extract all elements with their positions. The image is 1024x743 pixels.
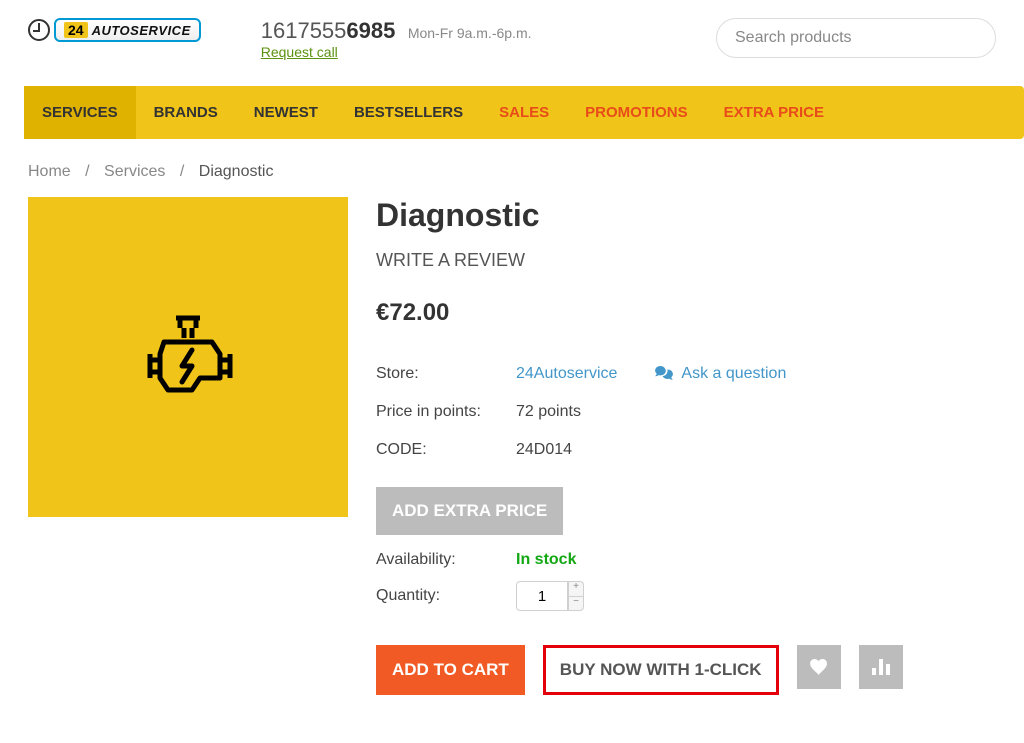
ask-question-link[interactable]: Ask a question — [655, 365, 786, 383]
store-label: Store: — [376, 365, 516, 383]
add-to-cart-button[interactable]: ADD TO CART — [376, 645, 525, 695]
business-hours: Mon-Fr 9a.m.-6p.m. — [408, 25, 532, 41]
breadcrumb-current: Diagnostic — [199, 163, 274, 180]
product-image[interactable] — [28, 197, 348, 517]
search-input[interactable] — [716, 18, 996, 58]
compare-button[interactable] — [859, 645, 903, 689]
breadcrumb-sep: / — [85, 163, 89, 180]
availability-label: Availability: — [376, 551, 516, 569]
quantity-input[interactable] — [516, 581, 568, 611]
points-value: 72 points — [516, 403, 581, 421]
product-price: €72.00 — [376, 299, 996, 327]
ask-question-label: Ask a question — [681, 365, 786, 383]
code-label: CODE: — [376, 441, 516, 459]
nav-services[interactable]: SERVICES — [24, 86, 136, 139]
nav-sales[interactable]: SALES — [481, 86, 567, 139]
engine-icon — [138, 312, 238, 402]
quantity-increment[interactable]: + — [568, 581, 584, 596]
nav-newest[interactable]: NEWEST — [236, 86, 336, 139]
wishlist-button[interactable] — [797, 645, 841, 689]
quantity-label: Quantity: — [376, 587, 516, 605]
phone-number: 16175556985 — [261, 18, 396, 43]
heart-icon — [810, 659, 828, 675]
logo-text: AUTOSERVICE — [92, 23, 191, 38]
write-review-link[interactable]: WRITE A REVIEW — [376, 250, 525, 271]
breadcrumb-home[interactable]: Home — [28, 163, 71, 180]
nav-promotions[interactable]: PROMOTIONS — [567, 86, 706, 139]
add-extra-price-button[interactable]: ADD EXTRA PRICE — [376, 487, 563, 535]
nav-bestsellers[interactable]: BESTSELLERS — [336, 86, 481, 139]
quantity-decrement[interactable]: − — [568, 596, 584, 611]
chat-icon — [655, 366, 673, 382]
clock-icon — [28, 19, 50, 41]
points-label: Price in points: — [376, 403, 516, 421]
breadcrumb: Home / Services / Diagnostic — [0, 139, 1024, 197]
breadcrumb-services[interactable]: Services — [104, 163, 165, 180]
request-call-link[interactable]: Request call — [261, 44, 338, 60]
breadcrumb-sep: / — [180, 163, 184, 180]
bar-chart-icon — [872, 659, 890, 675]
buy-now-button[interactable]: BUY NOW WITH 1-CLICK — [543, 645, 779, 695]
main-nav: SERVICES BRANDS NEWEST BESTSELLERS SALES… — [24, 86, 1024, 139]
logo-number: 24 — [64, 22, 88, 38]
nav-brands[interactable]: BRANDS — [136, 86, 236, 139]
code-value: 24D014 — [516, 441, 572, 459]
site-logo[interactable]: 24 AUTOSERVICE — [28, 18, 201, 42]
availability-value: In stock — [516, 551, 576, 569]
nav-extra-price[interactable]: EXTRA PRICE — [706, 86, 842, 139]
product-title: Diagnostic — [376, 197, 996, 234]
store-link[interactable]: 24Autoservice — [516, 365, 617, 383]
logo-badge: 24 AUTOSERVICE — [54, 18, 201, 42]
